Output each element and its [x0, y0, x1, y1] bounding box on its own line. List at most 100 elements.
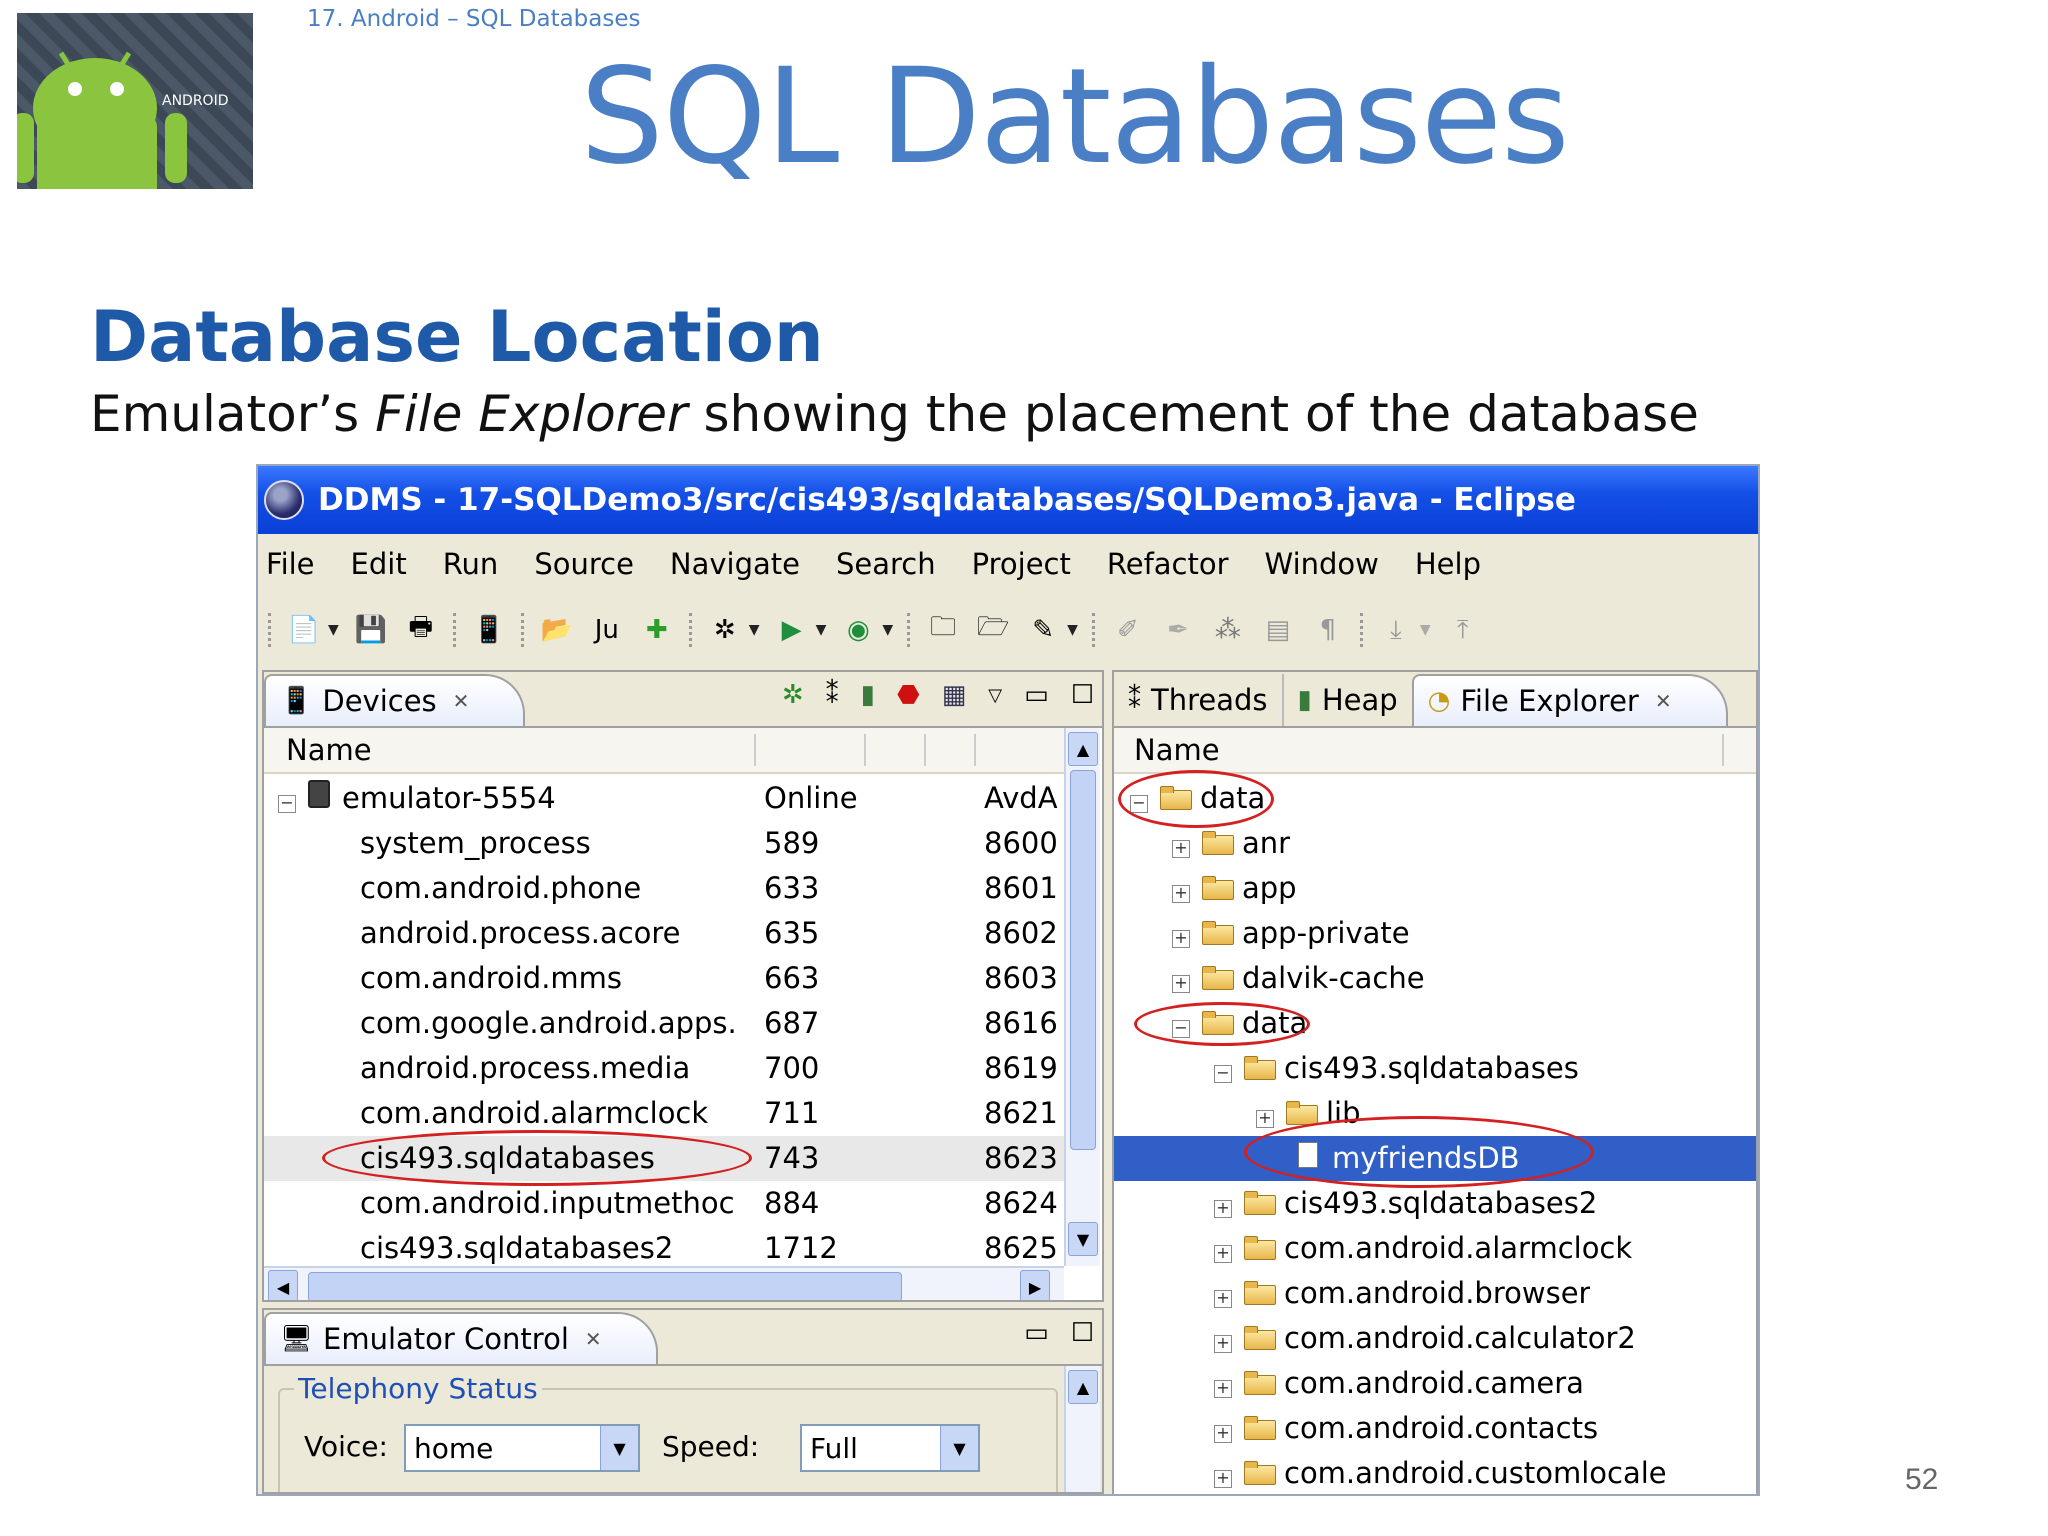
- menu-refactor[interactable]: Refactor: [1107, 547, 1229, 581]
- open-project-icon[interactable]: 🗀: [925, 612, 961, 648]
- tree-item[interactable]: + com.android.calculator2: [1114, 1316, 1756, 1361]
- expand-icon[interactable]: +: [1214, 1425, 1232, 1443]
- open-type-icon[interactable]: 📂: [539, 612, 575, 648]
- maximize-icon[interactable]: ☐: [1071, 680, 1094, 710]
- search-tool-icon[interactable]: ✎: [1025, 612, 1061, 648]
- scroll-thumb[interactable]: [308, 1272, 902, 1300]
- minimize-icon[interactable]: ▭: [1024, 680, 1049, 710]
- minimize-icon[interactable]: ▭: [1024, 1318, 1049, 1348]
- collapse-icon[interactable]: −: [1130, 795, 1148, 813]
- collapse-icon[interactable]: −: [278, 795, 296, 813]
- debug-process-icon[interactable]: ✲: [782, 680, 804, 710]
- menu-navigate[interactable]: Navigate: [670, 547, 800, 581]
- expand-icon[interactable]: +: [1214, 1245, 1232, 1263]
- process-row[interactable]: com.android.mms 663 8603: [264, 956, 1064, 1001]
- scroll-thumb[interactable]: [1070, 770, 1096, 1150]
- voice-select[interactable]: home ▼: [404, 1424, 640, 1472]
- column-name-label[interactable]: Name: [1134, 733, 1220, 767]
- emulator-vertical-scrollbar[interactable]: ▲: [1064, 1366, 1100, 1492]
- scroll-up-icon[interactable]: ▲: [1068, 732, 1098, 766]
- tab-heap[interactable]: ▮ Heap: [1281, 674, 1412, 726]
- process-row[interactable]: android.process.media 700 8619: [264, 1046, 1064, 1091]
- close-icon[interactable]: ✕: [453, 689, 470, 713]
- expand-icon[interactable]: +: [1214, 1200, 1232, 1218]
- scroll-left-icon[interactable]: ◀: [268, 1270, 298, 1300]
- expand-icon[interactable]: +: [1214, 1380, 1232, 1398]
- dropdown-arrow-icon[interactable]: ▼: [749, 622, 760, 638]
- chevron-down-icon[interactable]: ▼: [600, 1426, 638, 1470]
- window-titlebar[interactable]: DDMS - 17-SQLDemo3/src/cis493/sqldatabas…: [258, 466, 1758, 534]
- tree-item[interactable]: − data: [1114, 1001, 1756, 1046]
- new-icon[interactable]: 📄: [286, 612, 322, 648]
- paragraph-icon[interactable]: ¶: [1310, 612, 1346, 648]
- devices-horizontal-scrollbar[interactable]: ◀ ▶: [264, 1266, 1064, 1300]
- print-icon[interactable]: 🖶: [403, 612, 439, 648]
- tree-item[interactable]: + com.android.browser: [1114, 1271, 1756, 1316]
- speed-select[interactable]: Full ▼: [800, 1424, 980, 1472]
- update-heap-icon[interactable]: ▮: [861, 680, 875, 710]
- stop-process-icon[interactable]: ⬣: [897, 680, 920, 710]
- column-name-label[interactable]: Name: [286, 733, 372, 767]
- tree-item[interactable]: + lib: [1114, 1091, 1756, 1136]
- collapse-icon[interactable]: −: [1214, 1065, 1232, 1083]
- expand-icon[interactable]: +: [1172, 840, 1190, 858]
- tree-item[interactable]: + com.android.camera: [1114, 1361, 1756, 1406]
- external-tools-icon[interactable]: ◉: [840, 612, 876, 648]
- tree-item[interactable]: + com.android.alarmclock: [1114, 1226, 1756, 1271]
- tree-item[interactable]: − cis493.sqldatabases: [1114, 1046, 1756, 1091]
- add-icon[interactable]: ✚: [639, 612, 675, 648]
- collapse-icon[interactable]: −: [1172, 1020, 1190, 1038]
- save-icon[interactable]: 💾: [353, 612, 389, 648]
- tree-item[interactable]: + app: [1114, 866, 1756, 911]
- tree-item[interactable]: + com.android.customlocale: [1114, 1451, 1756, 1494]
- expand-icon[interactable]: +: [1214, 1335, 1232, 1353]
- process-row[interactable]: android.process.acore 635 8602: [264, 911, 1064, 956]
- scroll-up-icon[interactable]: ▲: [1068, 1370, 1098, 1404]
- tree-item[interactable]: + com.android.contacts: [1114, 1406, 1756, 1451]
- close-icon[interactable]: ✕: [1655, 689, 1672, 713]
- tab-file-explorer[interactable]: ◔ File Explorer ✕: [1411, 674, 1728, 726]
- next-annotation-icon[interactable]: ⤓: [1378, 612, 1414, 648]
- scroll-down-icon[interactable]: ▼: [1068, 1222, 1098, 1256]
- dropdown-arrow-icon[interactable]: ▼: [882, 622, 893, 638]
- tab-emulator-control[interactable]: 🖥 Emulator Control ✕: [264, 1312, 658, 1364]
- expand-icon[interactable]: +: [1172, 975, 1190, 993]
- tree-item[interactable]: + cis493.sqldatabases2: [1114, 1181, 1756, 1226]
- view-menu-icon[interactable]: ▽: [988, 685, 1002, 706]
- nodes-icon[interactable]: ⁂: [1210, 612, 1246, 648]
- tree-item[interactable]: − data: [1114, 776, 1756, 821]
- process-row[interactable]: cis493.sqldatabases2 1712 8625: [264, 1226, 1064, 1271]
- device-row[interactable]: − emulator-5554 Online AvdA: [264, 776, 1064, 821]
- junit-icon[interactable]: Ju: [589, 612, 625, 648]
- expand-icon[interactable]: +: [1172, 885, 1190, 903]
- tree-item[interactable]: + dalvik-cache: [1114, 956, 1756, 1001]
- menu-source[interactable]: Source: [534, 547, 634, 581]
- devices-vertical-scrollbar[interactable]: ▲ ▼: [1064, 728, 1100, 1266]
- menu-window[interactable]: Window: [1265, 547, 1379, 581]
- menu-run[interactable]: Run: [443, 547, 499, 581]
- device-icon[interactable]: 📱: [471, 612, 507, 648]
- dropdown-arrow-icon[interactable]: ▼: [1420, 622, 1431, 638]
- tree-item[interactable]: + anr: [1114, 821, 1756, 866]
- dropdown-arrow-icon[interactable]: ▼: [816, 622, 827, 638]
- update-threads-icon[interactable]: ⁑: [826, 680, 839, 710]
- process-row[interactable]: com.android.alarmclock 711 8621: [264, 1091, 1064, 1136]
- dropdown-arrow-icon[interactable]: ▼: [328, 622, 339, 638]
- menu-search[interactable]: Search: [836, 547, 936, 581]
- tab-devices[interactable]: 📱 Devices ✕: [264, 674, 526, 726]
- open-folder-icon[interactable]: 🗁: [975, 612, 1011, 648]
- prev-edit-icon[interactable]: ⤒: [1445, 612, 1481, 648]
- pen-icon[interactable]: ✒: [1160, 612, 1196, 648]
- expand-icon[interactable]: +: [1256, 1110, 1274, 1128]
- process-row-selected[interactable]: cis493.sqldatabases 743 8623: [264, 1136, 1064, 1181]
- expand-icon[interactable]: +: [1214, 1290, 1232, 1308]
- tab-threads[interactable]: ⁑ Threads: [1114, 674, 1282, 726]
- screen-capture-icon[interactable]: ▦: [942, 680, 967, 710]
- expand-icon[interactable]: +: [1172, 930, 1190, 948]
- tree-item[interactable]: + app-private: [1114, 911, 1756, 956]
- menu-project[interactable]: Project: [972, 547, 1071, 581]
- close-icon[interactable]: ✕: [585, 1327, 602, 1351]
- dropdown-arrow-icon[interactable]: ▼: [1067, 622, 1078, 638]
- process-row[interactable]: com.google.android.apps. 687 8616: [264, 1001, 1064, 1046]
- run-icon[interactable]: ▶: [774, 612, 810, 648]
